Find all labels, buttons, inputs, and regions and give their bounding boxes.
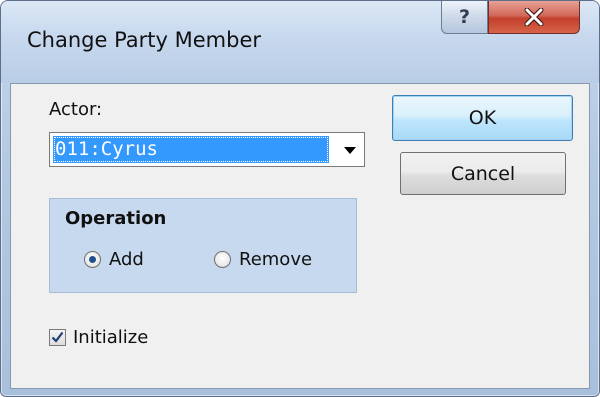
dialog-client-area: Actor: 011:Cyrus OK Cancel Operation Add… (10, 83, 590, 389)
initialize-checkbox[interactable] (49, 328, 66, 346)
close-icon (524, 8, 544, 26)
window-title: Change Party Member (27, 28, 262, 52)
chevron-down-icon[interactable] (344, 147, 356, 154)
operation-group-title: Operation (65, 208, 167, 229)
checkmark-icon (51, 331, 64, 343)
radio-add[interactable]: Add (84, 244, 144, 274)
radio-add-label: Add (109, 248, 144, 270)
radio-remove-icon[interactable] (214, 250, 231, 268)
ok-button[interactable]: OK (392, 95, 573, 141)
initialize-checkbox-row[interactable]: Initialize (49, 322, 148, 352)
radio-add-icon[interactable] (84, 250, 101, 268)
radio-remove-label: Remove (239, 248, 313, 270)
close-button[interactable] (488, 1, 580, 34)
operation-group: Operation Add Remove (49, 198, 357, 293)
cancel-button[interactable]: Cancel (400, 152, 566, 195)
radio-remove[interactable]: Remove (214, 244, 312, 274)
actor-selected-value: 011:Cyrus (53, 136, 329, 163)
dialog-window: Change Party Member ? Actor: 011:Cyrus O… (0, 0, 600, 397)
question-mark-icon: ? (458, 6, 471, 28)
initialize-label: Initialize (73, 326, 149, 348)
actor-dropdown[interactable]: 011:Cyrus (49, 132, 365, 167)
title-bar[interactable]: Change Party Member ? (1, 1, 599, 83)
actor-label: Actor: (49, 99, 103, 120)
help-button[interactable]: ? (441, 1, 488, 34)
